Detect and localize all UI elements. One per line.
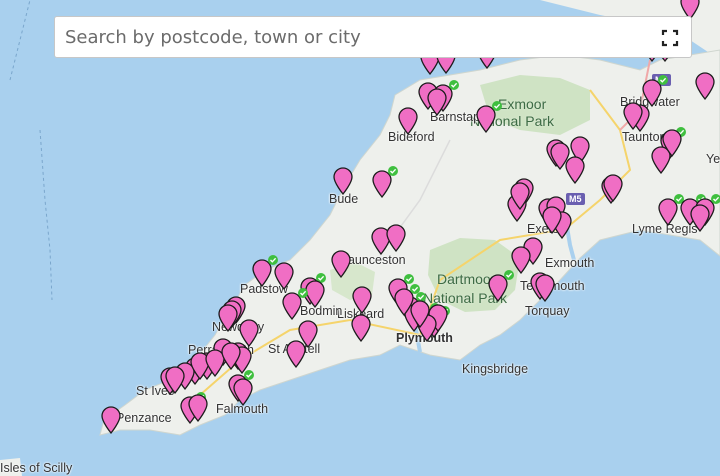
location-pin[interactable] xyxy=(332,167,354,195)
map-pin-icon xyxy=(221,342,241,370)
map-pin-icon xyxy=(101,406,121,434)
map-pin-icon xyxy=(695,72,715,100)
check-badge-icon xyxy=(449,80,459,90)
label-torquay: Torquay xyxy=(525,304,570,318)
location-pin[interactable] xyxy=(164,366,186,394)
location-pin[interactable] xyxy=(641,75,668,107)
map-pin-icon xyxy=(286,340,306,368)
check-badge-icon xyxy=(492,101,502,111)
map-pin-icon xyxy=(333,167,353,195)
location-pin[interactable] xyxy=(351,286,373,314)
location-pin[interactable] xyxy=(541,206,563,234)
check-badge-icon xyxy=(711,194,720,204)
map-pin-icon xyxy=(535,274,555,302)
location-pin[interactable] xyxy=(220,342,242,370)
map-pin-icon xyxy=(427,88,447,116)
map-pin-icon xyxy=(398,107,418,135)
map-pin-icon xyxy=(351,314,371,342)
label-exmoor: Exmoor xyxy=(498,96,547,112)
location-pin[interactable] xyxy=(475,101,502,133)
map-pin-icon xyxy=(274,262,294,290)
label-yeovil: Yeovil xyxy=(706,152,720,166)
location-pin[interactable] xyxy=(285,340,307,368)
location-pin[interactable] xyxy=(330,250,352,278)
map-pin-icon xyxy=(218,304,238,332)
map-pin-icon xyxy=(386,224,406,252)
check-badge-icon xyxy=(404,274,414,284)
search-box xyxy=(54,16,692,58)
location-pin[interactable] xyxy=(657,194,684,226)
location-pin[interactable] xyxy=(350,314,372,342)
location-pin[interactable] xyxy=(371,166,398,198)
map-pin-icon xyxy=(603,174,623,202)
map-pin-icon xyxy=(510,182,530,210)
location-pin[interactable] xyxy=(281,288,308,320)
location-pin[interactable] xyxy=(251,255,278,287)
label-exmouth: Exmouth xyxy=(545,256,595,270)
map-pin-icon xyxy=(542,206,562,234)
location-pin[interactable] xyxy=(622,102,644,130)
location-pin[interactable] xyxy=(273,262,295,290)
check-badge-icon xyxy=(388,166,398,176)
location-pin[interactable] xyxy=(217,304,239,332)
map-pin-icon xyxy=(352,286,372,314)
location-pin[interactable] xyxy=(534,274,556,302)
location-pin[interactable] xyxy=(602,174,624,202)
label-isles-of-scilly: Isles of Scilly xyxy=(0,461,73,475)
location-pin[interactable] xyxy=(487,270,514,302)
map-pin-icon xyxy=(331,250,351,278)
map-view[interactable]: Exmoor National Park Dartmoor National P… xyxy=(0,0,720,476)
map-base-layer xyxy=(0,0,720,476)
check-badge-icon xyxy=(298,288,308,298)
check-badge-icon xyxy=(658,75,668,85)
location-pin[interactable] xyxy=(100,406,122,434)
fullscreen-button[interactable] xyxy=(655,24,685,52)
location-pin[interactable] xyxy=(426,88,448,116)
location-pin[interactable] xyxy=(232,378,254,406)
map-pin-icon xyxy=(550,142,570,170)
map-pin-icon xyxy=(662,129,682,157)
map-pin-icon xyxy=(165,366,185,394)
map-pin-icon xyxy=(233,378,253,406)
map-pin-icon xyxy=(188,394,208,422)
road-badge-m5: M5 xyxy=(566,193,585,205)
label-penzance: Penzance xyxy=(116,411,172,425)
check-badge-icon xyxy=(504,270,514,280)
location-pin[interactable] xyxy=(393,284,420,316)
map-pin-icon xyxy=(623,102,643,130)
location-pin[interactable] xyxy=(397,107,419,135)
search-input[interactable] xyxy=(55,17,645,57)
fullscreen-icon xyxy=(661,29,679,47)
map-pin-icon xyxy=(690,204,710,232)
check-badge-icon xyxy=(410,284,420,294)
location-pin[interactable] xyxy=(661,129,683,157)
label-kingsbridge: Kingsbridge xyxy=(462,362,529,376)
location-pin[interactable] xyxy=(694,72,716,100)
location-pin[interactable] xyxy=(549,142,571,170)
location-pin[interactable] xyxy=(509,182,531,210)
location-pin[interactable] xyxy=(187,394,209,422)
location-pin[interactable] xyxy=(689,204,711,232)
location-pin[interactable] xyxy=(385,224,407,252)
